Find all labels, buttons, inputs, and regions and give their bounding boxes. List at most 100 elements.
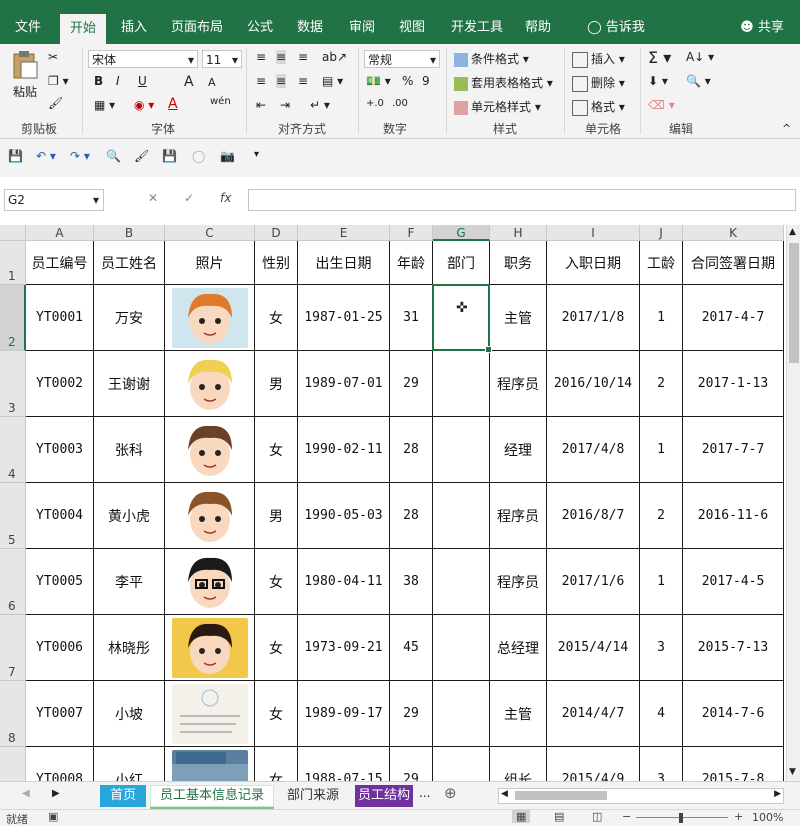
format-painter-qat-icon[interactable]: 🖌 bbox=[134, 149, 149, 163]
header-cell[interactable]: 员工编号 bbox=[26, 241, 94, 285]
top-align-icon[interactable]: ≡ bbox=[256, 50, 266, 64]
align-center-icon[interactable]: ≡ bbox=[276, 74, 287, 88]
cell-title[interactable]: 程序员 bbox=[490, 549, 547, 615]
column-header-D[interactable]: D bbox=[255, 225, 298, 241]
cell-tenure[interactable]: 2 bbox=[640, 351, 683, 417]
select-all-corner[interactable] bbox=[0, 225, 26, 241]
cell-dept[interactable] bbox=[433, 549, 490, 615]
cell-contract[interactable]: 2015-7-13 bbox=[683, 615, 784, 681]
cell-age[interactable]: 38 bbox=[390, 549, 433, 615]
column-header-F[interactable]: F bbox=[390, 225, 433, 241]
header-cell[interactable]: 工龄 bbox=[640, 241, 683, 285]
paste-button[interactable]: 粘贴 bbox=[8, 50, 42, 100]
zoom-slider-thumb[interactable] bbox=[679, 813, 683, 823]
cell-hire[interactable]: 2015/4/14 bbox=[547, 615, 640, 681]
cell-hire[interactable]: 2016/8/7 bbox=[547, 483, 640, 549]
enter-icon[interactable]: ✓ bbox=[184, 191, 194, 205]
cell-tenure[interactable]: 3 bbox=[640, 747, 683, 781]
name-box[interactable]: G2 ▾ bbox=[4, 189, 104, 211]
cell-age[interactable]: 45 bbox=[390, 615, 433, 681]
column-header-A[interactable]: A bbox=[26, 225, 94, 241]
autosum-icon[interactable]: Σ ▾ bbox=[648, 48, 671, 67]
scroll-left-icon[interactable]: ◀ bbox=[22, 788, 30, 799]
header-cell[interactable]: 入职日期 bbox=[547, 241, 640, 285]
cell-name[interactable]: 万安 bbox=[94, 285, 165, 351]
currency-icon[interactable]: 💵 ▾ bbox=[366, 74, 391, 88]
cell-id[interactable]: YT0002 bbox=[26, 351, 94, 417]
fill-icon[interactable]: ⬇ ▾ bbox=[648, 74, 668, 88]
increase-indent-icon[interactable]: ⇥ bbox=[280, 98, 290, 112]
cell-gender[interactable]: 男 bbox=[255, 351, 298, 417]
scroll-right-icon[interactable]: ▶ bbox=[52, 788, 60, 799]
row-header-2[interactable]: 2 bbox=[0, 285, 26, 351]
font-size-select[interactable]: 11 ▾ bbox=[202, 50, 242, 68]
row-header-7[interactable]: 7 bbox=[0, 615, 26, 681]
cell-birth[interactable]: 1989-07-01 bbox=[298, 351, 390, 417]
percent-button[interactable]: % bbox=[402, 74, 413, 88]
column-header-J[interactable]: J bbox=[640, 225, 683, 241]
cell-photo[interactable] bbox=[165, 417, 255, 483]
insert-cells-button[interactable]: 插入 ▾ bbox=[572, 50, 625, 68]
cell-gender[interactable]: 女 bbox=[255, 417, 298, 483]
bottom-align-icon[interactable]: ≡ bbox=[298, 50, 308, 64]
cell-title[interactable]: 程序员 bbox=[490, 351, 547, 417]
cell-birth[interactable]: 1973-09-21 bbox=[298, 615, 390, 681]
cell-title[interactable]: 组长 bbox=[490, 747, 547, 781]
cell-age[interactable]: 29 bbox=[390, 351, 433, 417]
row-header-3[interactable]: 3 bbox=[0, 351, 26, 417]
cell-name[interactable]: 黄小虎 bbox=[94, 483, 165, 549]
cell-styles-button[interactable]: 单元格样式 ▾ bbox=[454, 98, 541, 115]
cell-name[interactable]: 林晓彤 bbox=[94, 615, 165, 681]
header-cell[interactable]: 员工姓名 bbox=[94, 241, 165, 285]
header-cell[interactable]: 部门 bbox=[433, 241, 490, 285]
number-format-select[interactable]: 常规 ▾ bbox=[364, 50, 440, 68]
cell-dept[interactable] bbox=[433, 615, 490, 681]
sheet-tab-2[interactable]: 部门来源 bbox=[278, 785, 348, 807]
cell-birth[interactable]: 1990-02-11 bbox=[298, 417, 390, 483]
redo-icon[interactable]: ↷ ▾ bbox=[70, 149, 90, 163]
cell-dept[interactable] bbox=[433, 483, 490, 549]
cell-age[interactable]: 29 bbox=[390, 681, 433, 747]
cell-id[interactable]: YT0006 bbox=[26, 615, 94, 681]
tab-5[interactable]: 数据 bbox=[290, 12, 330, 44]
insert-function-button[interactable]: fx bbox=[220, 191, 231, 205]
cell-contract[interactable]: 2017-7-7 bbox=[683, 417, 784, 483]
cell-photo[interactable] bbox=[165, 681, 255, 747]
cell-age[interactable]: 29 bbox=[390, 747, 433, 781]
undo-icon[interactable]: ↶ ▾ bbox=[36, 149, 56, 163]
column-header-G[interactable]: G bbox=[433, 225, 490, 241]
cell-gender[interactable]: 女 bbox=[255, 615, 298, 681]
page-layout-view-icon[interactable]: ▤ bbox=[554, 810, 564, 823]
scroll-down-icon[interactable]: ▼ bbox=[789, 767, 796, 777]
cell-dept[interactable] bbox=[433, 747, 490, 781]
tab-7[interactable]: 视图 bbox=[392, 12, 432, 44]
row-header-4[interactable]: 4 bbox=[0, 417, 26, 483]
decrease-indent-icon[interactable]: ⇤ bbox=[256, 98, 266, 112]
cell-name[interactable]: 李平 bbox=[94, 549, 165, 615]
cell-title[interactable]: 主管 bbox=[490, 285, 547, 351]
print-preview-icon[interactable]: 🔍 bbox=[106, 149, 121, 163]
align-right-icon[interactable]: ≡ bbox=[298, 74, 308, 88]
horizontal-scrollbar[interactable]: ◀ ▶ bbox=[498, 788, 784, 804]
orientation-icon[interactable]: ab↗ bbox=[322, 50, 347, 64]
cell-title[interactable]: 程序员 bbox=[490, 483, 547, 549]
cell-id[interactable]: YT0001 bbox=[26, 285, 94, 351]
camera-icon[interactable]: 📷 bbox=[220, 149, 235, 163]
cell-photo[interactable] bbox=[165, 615, 255, 681]
column-header-K[interactable]: K bbox=[683, 225, 784, 241]
active-cell[interactable]: ✜ bbox=[432, 284, 492, 353]
cell-age[interactable]: 28 bbox=[390, 417, 433, 483]
cell-title[interactable]: 主管 bbox=[490, 681, 547, 747]
cell-photo[interactable] bbox=[165, 747, 255, 781]
row-header-8[interactable]: 8 bbox=[0, 681, 26, 747]
borders-icon[interactable]: ▦ ▾ bbox=[94, 98, 115, 112]
share-button[interactable]: ☻ 共享 bbox=[734, 12, 790, 44]
cell-tenure[interactable]: 3 bbox=[640, 615, 683, 681]
cell-hire[interactable]: 2015/4/9 bbox=[547, 747, 640, 781]
cell-gender[interactable]: 男 bbox=[255, 483, 298, 549]
formula-input[interactable] bbox=[248, 189, 796, 211]
tab-1[interactable]: 开始 bbox=[60, 14, 106, 44]
tab-6[interactable]: 审阅 bbox=[342, 12, 382, 44]
row-header-1[interactable]: 1 bbox=[0, 241, 26, 285]
format-as-table-button[interactable]: 套用表格格式 ▾ bbox=[454, 74, 553, 91]
